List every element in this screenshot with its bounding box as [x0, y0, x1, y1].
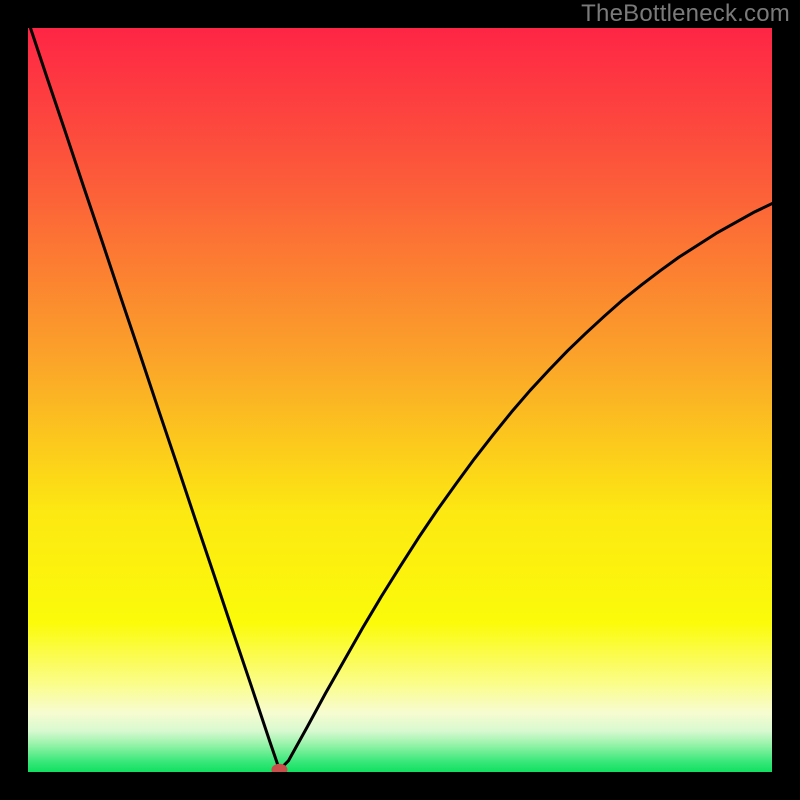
chart-frame: TheBottleneck.com [0, 0, 800, 800]
watermark-text: TheBottleneck.com [581, 0, 790, 28]
chart-background [28, 28, 772, 772]
chart-svg [28, 28, 772, 772]
plot-area [28, 28, 772, 772]
